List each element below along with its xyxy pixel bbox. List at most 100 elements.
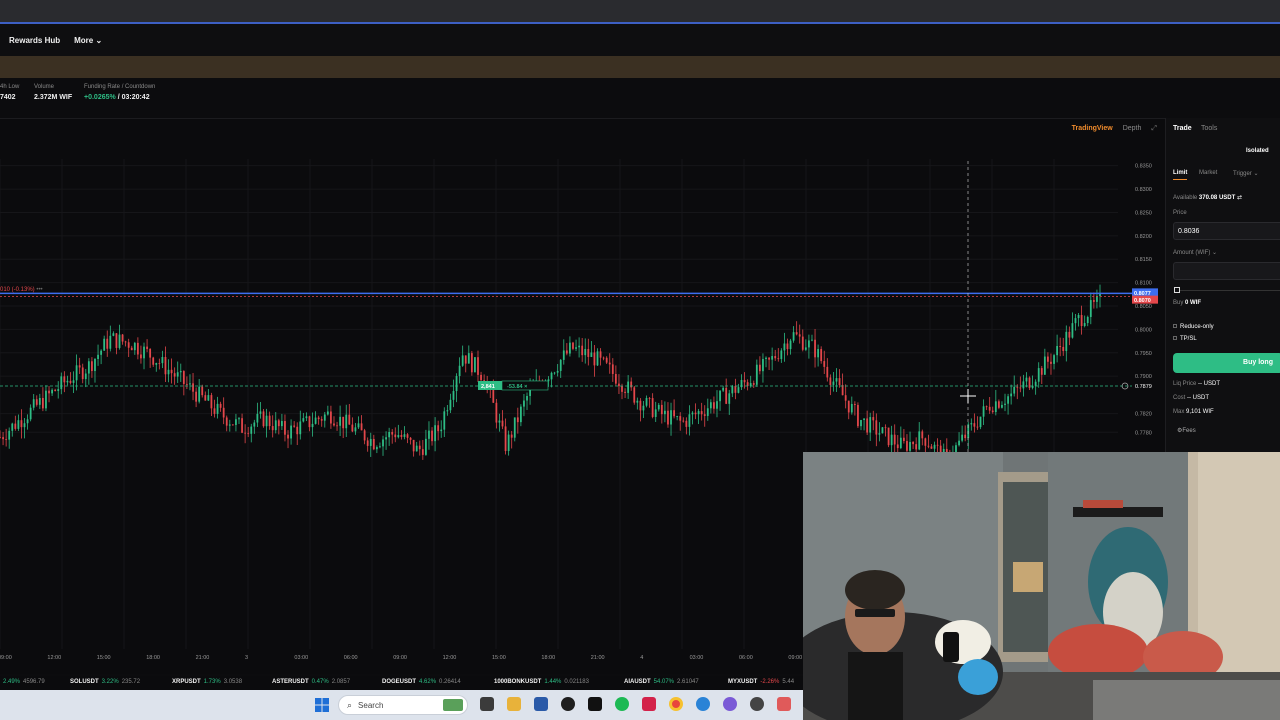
candle-body: [431, 430, 433, 442]
browser-icon[interactable]: [696, 697, 710, 711]
ticker-item[interactable]: MYXUSDT -2.26% 5.44: [728, 679, 794, 685]
candle-body: [921, 431, 924, 439]
store-icon[interactable]: [534, 697, 548, 711]
x-app-icon[interactable]: [588, 697, 602, 711]
candle-body: [130, 347, 133, 351]
spotify-icon[interactable]: [615, 697, 629, 711]
candle-body: [826, 366, 829, 378]
candle-body: [17, 420, 20, 429]
candle-body: [143, 346, 145, 359]
candle-body: [706, 408, 709, 416]
amount-slider-track[interactable]: [1176, 290, 1280, 291]
amount-label-text: Amount (WIF): [1173, 250, 1211, 256]
candle-body: [725, 387, 728, 404]
candle-body: [565, 350, 568, 354]
candle-body: [1077, 314, 1080, 319]
candle-body: [906, 440, 908, 451]
time-axis-label: 18:00: [541, 655, 555, 661]
amount-label[interactable]: Amount (WIF) ⌄: [1173, 249, 1217, 256]
ticker-item[interactable]: SOLUSDT 3.22% 235.72: [70, 679, 140, 685]
candle-body: [667, 410, 669, 425]
candle-body: [734, 386, 737, 393]
order-type-limit[interactable]: Limit: [1173, 170, 1188, 180]
ticker-symbol: SOLUSDT: [70, 679, 99, 685]
candle-body: [991, 410, 994, 413]
ticker-item[interactable]: AIAUSDT 54.07% 2.61047: [624, 679, 699, 685]
candle-body: [2, 437, 4, 440]
task-view-icon[interactable]: [480, 697, 494, 711]
tab-depth[interactable]: Depth: [1123, 125, 1142, 133]
fees-link[interactable]: ⚙Fees: [1177, 427, 1196, 434]
tpsl-label: TP/SL: [1180, 336, 1197, 342]
expand-icon[interactable]: ⤢: [1151, 125, 1157, 133]
candle-body: [902, 437, 905, 441]
candle-body: [973, 423, 976, 427]
candle-body: [783, 343, 786, 351]
candle-body: [133, 342, 136, 351]
recorder-icon[interactable]: [777, 697, 791, 711]
tiktok-icon[interactable]: [642, 697, 656, 711]
candle-body: [755, 364, 758, 385]
time-axis-label: 15:00: [492, 655, 506, 661]
margin-mode[interactable]: Isolated: [1246, 148, 1269, 154]
ticker-item[interactable]: XRPUSDT 1.73% 3.0538: [172, 679, 242, 685]
candle-body: [20, 420, 23, 428]
ticker-item[interactable]: DOGEUSDT 4.62% 0.26414: [382, 679, 461, 685]
candle-body: [69, 380, 72, 383]
candle-body: [841, 385, 844, 396]
amount-input[interactable]: [1173, 262, 1280, 280]
candle-body: [1016, 386, 1019, 388]
price-input[interactable]: 0.8036: [1173, 222, 1280, 240]
ticker-item[interactable]: 1000BONKUSDT 1.44% 0.021183: [494, 679, 589, 685]
tpsl-option[interactable]: TP/SL: [1173, 336, 1197, 342]
candle-body: [768, 357, 770, 360]
candle-body: [801, 336, 804, 350]
candle-body: [192, 383, 194, 392]
reduce-only-option[interactable]: Reduce-only: [1173, 324, 1214, 330]
candle-body: [853, 403, 856, 405]
windows-start-icon[interactable]: [315, 698, 329, 712]
candle-body: [648, 397, 651, 399]
app-icon[interactable]: [750, 697, 764, 711]
candle-body: [207, 395, 210, 401]
candle-body: [611, 364, 614, 374]
ticker-item[interactable]: 2.49% 4596.79: [0, 679, 45, 685]
buy-long-button[interactable]: Buy long: [1173, 353, 1280, 373]
nav-more[interactable]: More ⌄: [74, 36, 102, 45]
amount-slider-handle[interactable]: [1174, 287, 1180, 293]
price-axis-label: 0.8300: [1135, 187, 1152, 193]
candle-body: [225, 417, 228, 426]
alien-app-icon[interactable]: [561, 697, 575, 711]
tab-trade[interactable]: Trade: [1173, 125, 1192, 132]
transfer-icon[interactable]: ⇄: [1237, 195, 1242, 201]
candle-body: [700, 411, 703, 415]
candle-body: [884, 427, 887, 429]
candle-body: [23, 423, 26, 428]
tab-tools[interactable]: Tools: [1201, 125, 1217, 132]
nav-rewards-hub[interactable]: Rewards Hub: [9, 36, 60, 45]
time-axis-label: 21:00: [591, 655, 605, 661]
order-type-market[interactable]: Market: [1199, 170, 1217, 176]
ticker-price: 235.72: [121, 679, 141, 685]
reduce-only-checkbox[interactable]: [1173, 324, 1177, 328]
candle-body: [305, 416, 308, 419]
order-type-trigger[interactable]: Trigger ⌄: [1233, 170, 1259, 177]
taskbar-search[interactable]: ⌕ Search: [338, 695, 468, 715]
candle-body: [109, 335, 112, 349]
file-explorer-icon[interactable]: [507, 697, 521, 711]
ticker-change: 2.49%: [3, 679, 21, 685]
ticker-item[interactable]: ASTERUSDT 0.47% 2.0857: [272, 679, 350, 685]
tab-tradingview[interactable]: TradingView: [1072, 125, 1113, 133]
ticker-price: 0.021183: [564, 679, 589, 685]
time-axis-label: 03:00: [690, 655, 704, 661]
candle-body: [391, 431, 394, 435]
candle-body: [452, 391, 455, 400]
candle-body: [351, 424, 354, 432]
red-line-tag: 0.8070: [1134, 298, 1151, 304]
candle-body: [1062, 346, 1065, 352]
discord-icon[interactable]: [723, 697, 737, 711]
tpsl-checkbox[interactable]: [1173, 336, 1177, 340]
stat-funding-value: +0.0265% / 03:20:42: [84, 94, 155, 101]
chrome-icon[interactable]: [669, 697, 683, 711]
candle-body: [330, 411, 332, 424]
